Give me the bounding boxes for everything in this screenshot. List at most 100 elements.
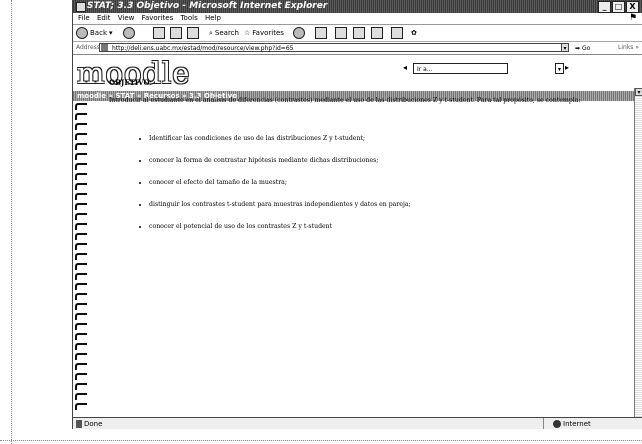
- browser-window: STAT; 3.3 Objetivo - Microsoft Internet …: [72, 0, 642, 429]
- messenger-button[interactable]: ✿: [411, 27, 417, 39]
- list-item: conocer el potencial de uso de los contr…: [149, 223, 609, 231]
- ring-icon: [75, 123, 87, 130]
- ring-icon: [75, 213, 87, 220]
- ring-icon: [75, 293, 87, 300]
- links-label: Links: [618, 44, 634, 51]
- messenger-icon: ✿: [411, 29, 417, 37]
- objective-list: Identificar las condiciones de uso de la…: [109, 135, 609, 231]
- address-input[interactable]: http://deli.ens.uabc.mx/estad/mod/resour…: [99, 43, 569, 52]
- list-item: conocer la forma de contrastar hipótesis…: [149, 157, 609, 165]
- outer-frame-left: [0, 0, 12, 444]
- ring-icon: [75, 223, 87, 230]
- ring-icon: [75, 313, 87, 320]
- go-arrow-icon: ➡: [575, 45, 581, 52]
- ring-icon: [75, 323, 87, 330]
- history-icon: [293, 27, 305, 39]
- ring-icon: [75, 363, 87, 370]
- discuss-button[interactable]: [371, 27, 383, 39]
- ring-icon: [75, 153, 87, 160]
- menu-tools[interactable]: Tools: [180, 13, 197, 24]
- close-button[interactable]: X: [626, 1, 639, 13]
- ring-icon: [75, 113, 87, 120]
- search-button[interactable]: ⌕ Search: [209, 27, 239, 39]
- jump-next-icon[interactable]: ▸: [565, 63, 569, 72]
- resource-document: OBJETIVO: Introducir al estudiante en el…: [109, 78, 609, 245]
- ring-icon: [75, 243, 87, 250]
- menu-view[interactable]: View: [118, 13, 135, 24]
- stop-button[interactable]: [153, 27, 165, 39]
- ring-icon: [75, 143, 87, 150]
- ring-icon: [75, 273, 87, 280]
- ring-icon: [75, 283, 87, 290]
- forward-arrow-icon: [123, 27, 135, 39]
- print-button[interactable]: [335, 27, 347, 39]
- menu-file[interactable]: File: [78, 13, 90, 24]
- go-button[interactable]: ➡ Go: [575, 43, 590, 55]
- zone-label: Internet: [563, 420, 591, 428]
- chevron-down-icon: ▾: [109, 29, 113, 37]
- menu-favorites[interactable]: Favorites: [142, 13, 174, 24]
- history-button[interactable]: [293, 27, 305, 39]
- mail-button[interactable]: [315, 27, 327, 39]
- ring-icon: [75, 393, 87, 400]
- favorites-label: Favorites: [252, 29, 284, 37]
- print-icon: [335, 27, 347, 39]
- ring-icon: [75, 353, 87, 360]
- ring-icon: [75, 343, 87, 350]
- maximize-button[interactable]: □: [612, 1, 625, 13]
- minimize-button[interactable]: _: [598, 1, 611, 13]
- windows-logo-icon: ⚑: [629, 13, 638, 23]
- ring-icon: [75, 373, 87, 380]
- ring-icon: [75, 403, 87, 410]
- objective-heading: OBJETIVO:: [109, 78, 153, 87]
- page-done-icon: [76, 420, 82, 428]
- ring-icon: [75, 303, 87, 310]
- ring-icon: [75, 103, 87, 110]
- scroll-down-arrow-icon[interactable]: ▾: [635, 88, 642, 96]
- home-icon: [187, 27, 199, 39]
- vertical-scrollbar[interactable]: ▾: [634, 88, 642, 417]
- security-zone: Internet: [553, 418, 591, 429]
- ring-icon: [75, 133, 87, 140]
- window-title: STAT; 3.3 Objetivo - Microsoft Internet …: [87, 1, 328, 11]
- ring-icon: [75, 333, 87, 340]
- favorites-button[interactable]: ☆ Favorites: [244, 27, 284, 39]
- back-label: Back: [90, 29, 107, 37]
- address-dropdown[interactable]: ▾: [561, 43, 569, 52]
- home-button[interactable]: [187, 27, 199, 39]
- forward-button[interactable]: [123, 27, 135, 39]
- list-item: Identificar las condiciones de uso de la…: [149, 135, 609, 143]
- window-controls: _ □ X: [598, 1, 639, 13]
- edit-icon: [353, 27, 365, 39]
- address-bar: Address http://deli.ens.uabc.mx/estad/mo…: [73, 42, 642, 55]
- ring-icon: [75, 233, 87, 240]
- menu-edit[interactable]: Edit: [97, 13, 111, 24]
- status-text: Done: [76, 418, 102, 429]
- title-bar: STAT; 3.3 Objetivo - Microsoft Internet …: [73, 0, 642, 13]
- standard-toolbar: Back ▾ ⌕ Search ☆ Favorites ✿: [73, 25, 642, 42]
- research-icon: [391, 27, 403, 39]
- status-divider: [543, 418, 544, 429]
- back-button[interactable]: Back ▾: [76, 27, 113, 39]
- mail-icon: [315, 27, 327, 39]
- discuss-icon: [371, 27, 383, 39]
- links-button[interactable]: Links »: [618, 42, 639, 54]
- refresh-icon: [170, 27, 182, 39]
- list-item: distinguir los contrastes t-student para…: [149, 201, 609, 209]
- ring-icon: [75, 173, 87, 180]
- jump-to-select[interactable]: Ir a...: [413, 63, 508, 74]
- notebook-rings: [73, 103, 89, 417]
- ring-icon: [75, 193, 87, 200]
- back-arrow-icon: [76, 27, 88, 39]
- menu-bar: File Edit View Favorites Tools Help ⚑: [73, 13, 642, 25]
- status-bar: Done Internet: [73, 417, 642, 429]
- jump-prev-icon[interactable]: ◂: [403, 63, 407, 72]
- search-icon: ⌕: [209, 28, 213, 37]
- star-icon: ☆: [244, 29, 251, 37]
- menu-help[interactable]: Help: [205, 13, 221, 24]
- refresh-button[interactable]: [170, 27, 182, 39]
- jump-dropdown-icon[interactable]: ▾: [555, 63, 564, 74]
- research-button[interactable]: [391, 27, 403, 39]
- edit-button[interactable]: [353, 27, 365, 39]
- page-icon: [101, 44, 108, 51]
